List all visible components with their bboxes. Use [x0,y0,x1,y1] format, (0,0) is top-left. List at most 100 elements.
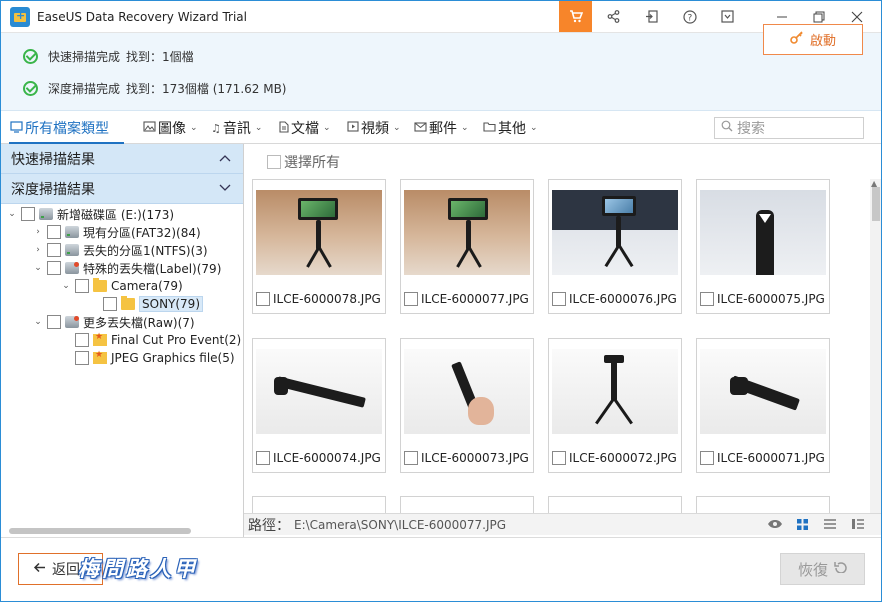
file-thumbnail[interactable]: ILCE-6000075.JPG [696,179,830,314]
eye-icon[interactable] [767,516,783,532]
app-window: EaseUS Data Recovery Wizard Trial ? 快 [0,0,882,602]
tree-node-label: 新增磁碟區 (E:)(173) [57,207,175,222]
scrollbar-thumb[interactable] [872,187,880,221]
monitor-icon [10,120,23,136]
file-thumbnail[interactable]: ILCE-6000078.JPG [252,179,386,314]
tree-node-jpeg[interactable]: JPEG Graphics file(5) [73,349,235,367]
tree-node-special-lost-files[interactable]: ⌄ 特殊的丟失檔(Label)(79) [31,259,221,277]
checkbox[interactable] [267,155,281,169]
drive-icon [39,208,53,220]
grid-view-icon[interactable] [794,516,810,532]
filter-videos[interactable]: 視頻 ⌄ [347,118,401,138]
file-checkbox[interactable] [552,451,566,465]
tree-checkbox[interactable] [75,333,89,347]
file-checkbox[interactable] [404,292,418,306]
collapse-chevron-icon[interactable]: ⌄ [59,281,73,291]
select-all-checkbox[interactable]: 選擇所有 [265,152,340,172]
tree-checkbox[interactable] [21,207,35,221]
help-icon[interactable]: ? [673,1,706,32]
tree-checkbox[interactable] [75,351,89,365]
tree-node-label: 現有分區(FAT32)(84) [83,225,201,240]
folder-icon [93,278,107,292]
photo-thumbnail-image [700,190,826,275]
share-icon[interactable] [597,1,630,32]
image-icon [143,121,156,135]
file-thumbnail[interactable]: ILCE-6000077.JPG [400,179,534,314]
scan-status-panel: 快速掃描完成 找到：1個檔 深度掃描完成 找到：173個檔 (171.62 MB… [1,33,881,111]
collapse-chevron-icon[interactable]: ⌄ [31,317,45,327]
tree-checkbox[interactable] [103,297,117,311]
filter-images[interactable]: 圖像 ⌄ [143,118,198,138]
list-view-icon[interactable] [822,516,838,532]
file-thumbnail[interactable]: ILCE-6000071.JPG [696,338,830,473]
mail-icon [414,121,427,135]
quick-scan-results-label: 快速掃描結果 [11,151,95,168]
quick-scan-results-header[interactable]: 快速掃描結果 [1,144,243,174]
chevron-down-icon: ⌄ [254,123,263,133]
tree-node-camera[interactable]: ⌄ Camera(79) [59,277,183,295]
file-thumbnail[interactable]: ILCE-6000072.JPG [548,338,682,473]
tree-node-lost-partition[interactable]: › 丟失的分區1(NTFS)(3) [31,241,208,259]
photo-thumbnail-image [552,349,678,434]
filter-emails[interactable]: 郵件 ⌄ [414,118,469,138]
deep-scan-results-label: 深度掃描結果 [11,181,95,198]
deep-scan-results-header[interactable]: 深度掃描結果 [1,174,243,204]
file-grid-scrollbar[interactable] [870,179,881,513]
photo-thumbnail-image [404,349,530,434]
sidebar-horizontal-scrollbar[interactable] [9,528,191,534]
tree-checkbox[interactable] [47,315,61,329]
file-checkbox[interactable] [700,451,714,465]
arrow-left-icon [33,561,46,577]
search-box[interactable]: 搜索 [714,117,864,139]
file-name: ILCE-6000073.JPG [421,451,529,465]
filter-label: 文檔 [291,121,319,137]
filter-others[interactable]: 其他 ⌄ [483,118,538,138]
tree-node-more-lost-files[interactable]: ⌄ 更多丟失檔(Raw)(7) [31,313,195,331]
recover-button[interactable]: 恢復 [780,553,865,585]
search-icon [721,120,733,136]
file-type-icon [93,350,107,364]
file-thumbnail[interactable]: ILCE-6000076.JPG [548,179,682,314]
file-checkbox[interactable] [256,451,270,465]
activate-button[interactable]: 啟動 [763,24,863,55]
path-label: 路徑： [248,517,290,534]
expand-chevron-icon[interactable]: › [31,227,45,237]
tree-checkbox[interactable] [47,243,61,257]
file-checkbox[interactable] [700,292,714,306]
photo-thumbnail-image [256,349,382,434]
filter-audio[interactable]: ♫ 音訊 ⌄ [211,118,262,138]
deep-scan-label: 深度掃描完成 [48,81,121,96]
file-thumbnail[interactable]: ILCE-6000074.JPG [252,338,386,473]
detail-view-icon[interactable] [850,516,866,532]
export-icon[interactable] [635,1,668,32]
collapse-chevron-icon[interactable]: ⌄ [31,263,45,273]
menu-icon[interactable] [711,1,744,32]
chevron-down-icon: ⌄ [530,123,538,133]
chevron-down-icon: ⌄ [461,123,469,133]
tree-node-final-cut[interactable]: Final Cut Pro Event(2) [73,331,241,349]
expand-chevron-icon[interactable]: › [31,245,45,255]
chevron-down-icon: ⌄ [190,123,198,133]
photo-thumbnail-image [552,190,678,275]
check-circle-icon [23,48,38,64]
file-checkbox[interactable] [404,451,418,465]
select-all-label: 選擇所有 [284,155,340,171]
check-circle-icon [23,80,38,96]
path-value: E:\Camera\SONY\ILCE-6000077.JPG [294,517,507,532]
tree-node-existing-partition[interactable]: › 現有分區(FAT32)(84) [31,223,201,241]
svg-text:?: ? [687,13,692,23]
filter-documents[interactable]: 文檔 ⌄ [279,118,331,138]
collapse-chevron-icon[interactable]: ⌄ [5,209,19,219]
tree-node-sony[interactable]: SONY(79) [101,295,204,313]
filter-all-types[interactable]: 所有檔案類型 [10,118,109,138]
document-icon [279,120,289,136]
file-checkbox[interactable] [256,292,270,306]
file-checkbox[interactable] [552,292,566,306]
tree-checkbox[interactable] [75,279,89,293]
tree-checkbox[interactable] [47,261,61,275]
tree-checkbox[interactable] [47,225,61,239]
watermark-text: 梅問路人甲 [78,556,198,581]
cart-icon[interactable] [559,1,592,32]
file-thumbnail[interactable]: ILCE-6000073.JPG [400,338,534,473]
tree-node-volume-e[interactable]: ⌄ 新增磁碟區 (E:)(173) [5,205,174,223]
